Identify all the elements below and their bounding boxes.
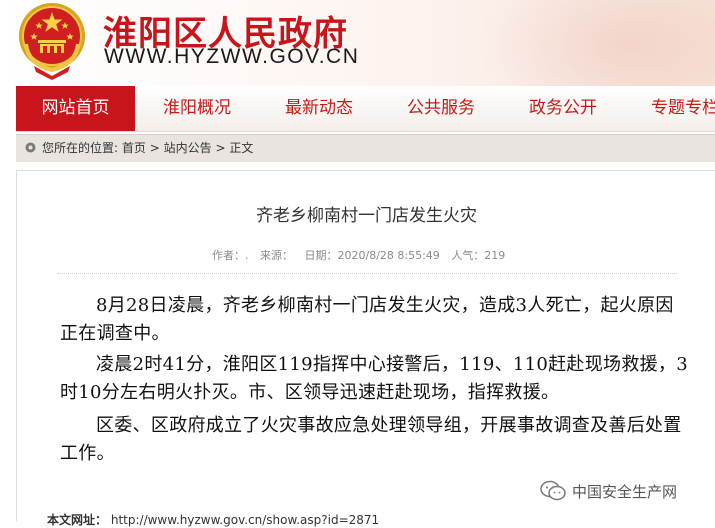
meta-date: 日期：2020/8/28 8:55:49 (304, 249, 440, 262)
article-url-link[interactable]: http://www.hyzww.gov.cn/show.asp?id=2871 (111, 513, 379, 527)
article-paragraph: 凌晨2时41分，淮阳区119指挥中心接警后，119、110赶赴现场救援，3时10… (60, 354, 688, 403)
breadcrumb-separator: > (149, 141, 160, 155)
article-paragraph: 区委、区政府成立了火灾事故应急处理领导组，开展事故调查及善后处置工作。 (60, 415, 682, 464)
meta-source: 来源： (260, 249, 293, 262)
meta-popularity: 人气：219 (451, 249, 506, 262)
meta-author: 作者：. (212, 249, 249, 262)
main-nav: 网站首页 淮阳概况 最新动态 公共服务 政务公开 专题专栏 (16, 86, 715, 132)
breadcrumb-separator: > (215, 141, 226, 155)
national-emblem-icon (19, 3, 85, 80)
site-header: 淮阳区人民政府 WWW.HYZWW.GOV.CN (0, 0, 715, 86)
article-panel: 齐老乡柳南村一门店发生火灾 作者：. 来源： 日期：2020/8/28 8:55… (16, 170, 715, 527)
location-icon (25, 142, 36, 153)
nav-item-overview[interactable]: 淮阳概况 (163, 86, 231, 131)
breadcrumb-home[interactable]: 首页 (122, 141, 146, 155)
breadcrumb-prefix: 您所在的位置: (42, 141, 119, 155)
watermark-text: 中国安全生产网 (572, 482, 678, 501)
breadcrumb-current: 正文 (229, 141, 254, 155)
site-url: WWW.HYZWW.GOV.CN (104, 45, 360, 68)
article-title: 齐老乡柳南村一门店发生火灾 (256, 206, 477, 226)
article-meta: 作者：. 来源： 日期：2020/8/28 8:55:49 人气：219 (212, 247, 513, 263)
nav-item-home[interactable]: 网站首页 (16, 86, 135, 131)
article-paragraph: 8月28日凌晨，齐老乡柳南村一门店发生火灾，造成3人死亡，起火原因正在调查中。 (60, 295, 674, 344)
wechat-icon (540, 480, 566, 501)
breadcrumb-notices[interactable]: 站内公告 (164, 141, 212, 155)
nav-item-news[interactable]: 最新动态 (285, 86, 353, 131)
nav-item-government-affairs[interactable]: 政务公开 (529, 86, 597, 131)
watermark: 中国安全生产网 (540, 478, 677, 504)
title-divider (57, 273, 677, 274)
nav-item-special-topics[interactable]: 专题专栏 (651, 86, 715, 131)
nav-item-public-services[interactable]: 公共服务 (407, 86, 475, 131)
article-url-label: 本文网址： (47, 513, 108, 527)
breadcrumb: 您所在的位置: 首页 > 站内公告 > 正文 (16, 134, 715, 162)
